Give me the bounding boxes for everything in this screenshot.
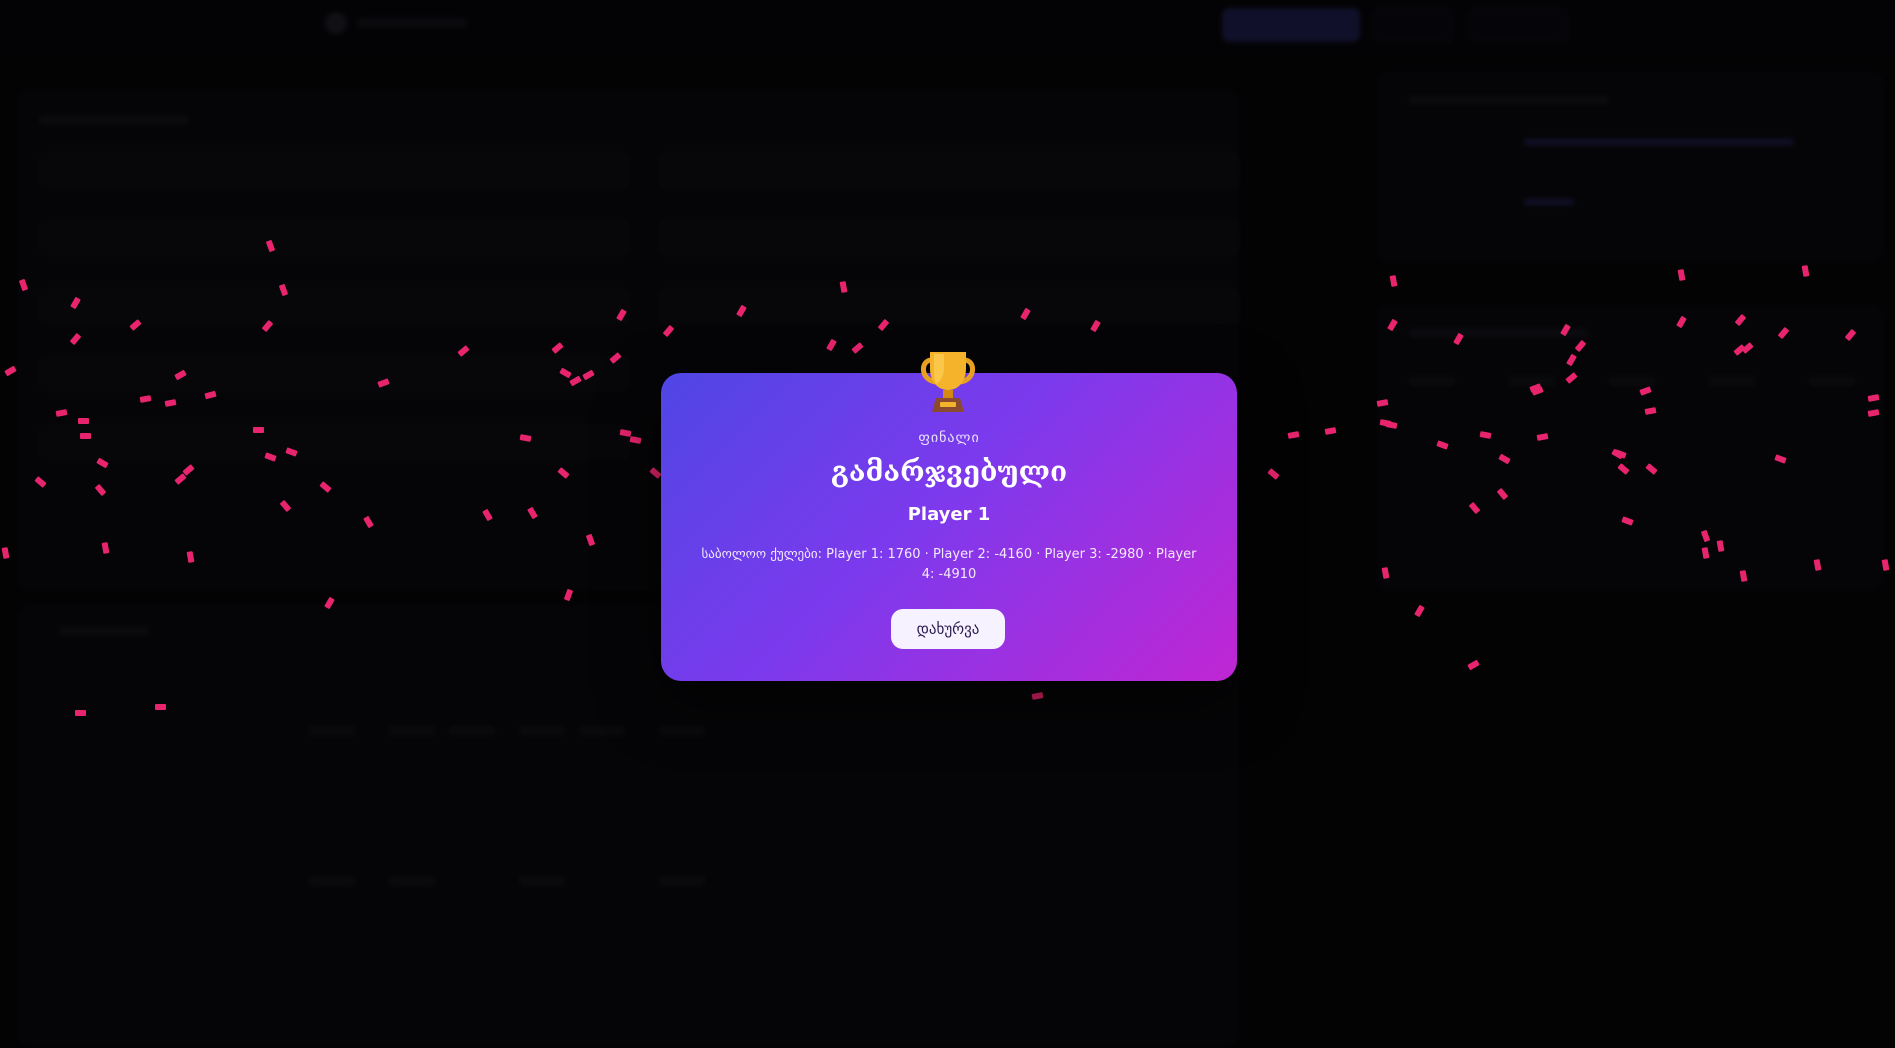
winner-name: Player 1 <box>907 504 991 525</box>
close-button[interactable]: დახურვა <box>891 609 1005 649</box>
modal-kicker: ფინალი <box>918 430 980 446</box>
trophy-icon <box>918 350 978 414</box>
final-scores: საბოლოო ქულები: Player 1: 1760 · Player … <box>701 547 1197 582</box>
winner-modal: ფინალი გამარჯვებული Player 1 საბოლოო ქულ… <box>661 373 1237 681</box>
app-screen: ფინალი გამარჯვებული Player 1 საბოლოო ქულ… <box>0 0 1895 1048</box>
modal-title: გამარჯვებული <box>830 455 1068 488</box>
